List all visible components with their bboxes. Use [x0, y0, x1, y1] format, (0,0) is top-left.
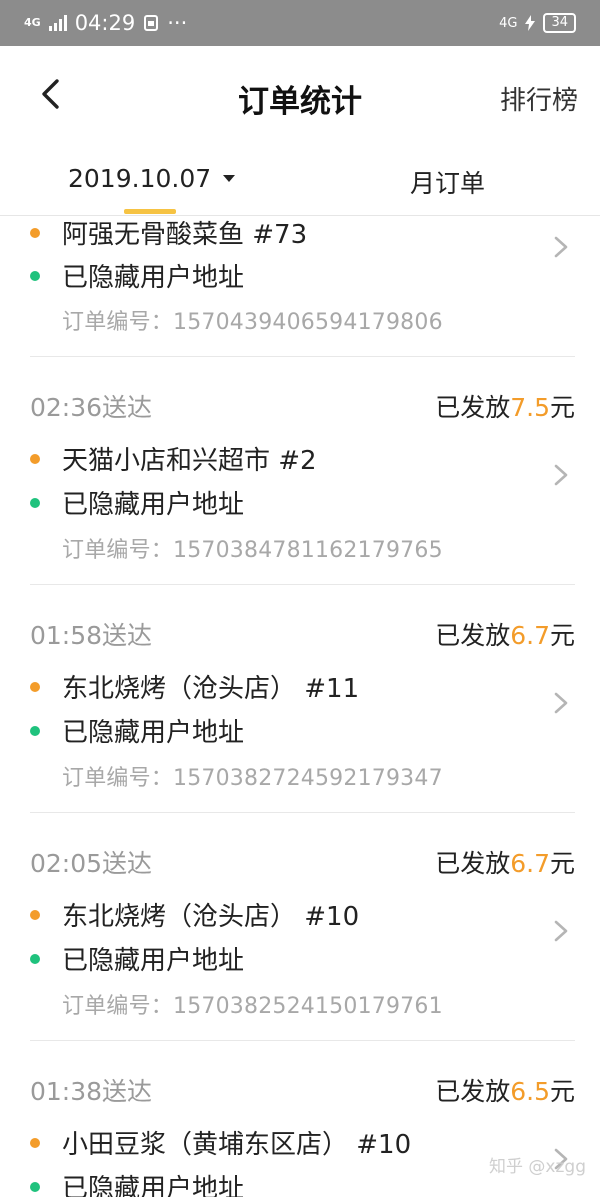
shop-row: 天猫小店和兴超市 #2	[30, 440, 317, 477]
watermark: 知乎 @xzgg	[489, 1157, 586, 1177]
address-row: 已隐藏用户地址	[30, 712, 244, 749]
ranking-button[interactable]: 排行榜	[500, 80, 578, 117]
shop-row: 小田豆浆（黄埔东区店） #10	[30, 1124, 411, 1161]
payout-amount: 6.5	[510, 1077, 550, 1106]
address-row: 已隐藏用户地址	[30, 1168, 244, 1197]
order-number-label: 订单编号：	[62, 310, 174, 335]
payout: 已发放7.5元	[435, 388, 575, 424]
divider	[30, 812, 575, 813]
order-number-label: 订单编号：	[62, 538, 174, 563]
order-number: 订单编号：1570384781162179765	[62, 532, 443, 564]
filter-bar: 2019.10.07 月订单	[0, 146, 600, 216]
order-number: 订单编号：1570382524150179761	[62, 988, 443, 1020]
order-item[interactable]: 阿强无骨酸菜鱼 #73 已隐藏用户地址 订单编号：157043940659417…	[30, 216, 575, 358]
order-number-value: 1570439406594179806	[173, 310, 443, 335]
payout-suffix: 元	[549, 1077, 575, 1106]
more-dots-icon: ···	[167, 11, 188, 35]
status-time: 04:29	[74, 11, 136, 35]
payout-amount: 6.7	[510, 621, 550, 650]
order-number: 订单编号：1570439406594179806	[62, 304, 443, 336]
status-right: 4G 34	[499, 13, 576, 33]
payout-suffix: 元	[549, 621, 575, 650]
divider	[30, 356, 575, 357]
order-number-value: 1570382524150179761	[173, 994, 443, 1019]
shop-name: 阿强无骨酸菜鱼 #73	[62, 220, 308, 250]
order-number-label: 订单编号：	[62, 766, 174, 791]
address: 已隐藏用户地址	[62, 263, 245, 293]
shop-name: 东北烧烤（沧头店） #10	[62, 902, 360, 932]
order-number-value: 1570382724592179347	[173, 766, 443, 791]
delivery-time: 01:58送达	[30, 621, 153, 650]
order-item[interactable]: 02:05送达 已发放6.7元 东北烧烤（沧头店） #10 已隐藏用户地址 订单…	[30, 814, 575, 1042]
order-list[interactable]: 阿强无骨酸菜鱼 #73 已隐藏用户地址 订单编号：157043940659417…	[0, 216, 600, 1197]
order-item[interactable]: 01:58送达 已发放6.7元 东北烧烤（沧头店） #11 已隐藏用户地址 订单…	[30, 586, 575, 814]
right-network-type: 4G	[499, 15, 518, 31]
pickup-dot	[30, 1137, 40, 1148]
shop-row: 东北烧烤（沧头店） #11	[30, 668, 359, 705]
status-bar: 4G 04:29 ··· 4G 34	[0, 0, 600, 46]
shop-name: 天猫小店和兴超市 #2	[62, 446, 317, 476]
order-number: 订单编号：1570382724592179347	[62, 760, 443, 792]
app-bar: 订单统计 排行榜	[0, 46, 600, 146]
status-left: 4G 04:29 ···	[24, 11, 187, 35]
date-selector[interactable]: 2019.10.07	[68, 164, 236, 193]
tab-monthly-orders[interactable]: 月订单	[410, 164, 485, 200]
address-row: 已隐藏用户地址	[30, 257, 244, 294]
tab-indicator	[124, 209, 176, 214]
delivery-time: 02:05送达	[30, 849, 153, 878]
pickup-dot	[30, 453, 40, 464]
delivery-time: 01:38送达	[30, 1077, 153, 1106]
address: 已隐藏用户地址	[62, 946, 245, 976]
shop-row: 阿强无骨酸菜鱼 #73	[30, 216, 307, 251]
shop-name: 小田豆浆（黄埔东区店） #10	[62, 1130, 412, 1160]
address-row: 已隐藏用户地址	[30, 940, 244, 977]
pickup-dot	[30, 681, 40, 692]
delivery-dot	[30, 270, 40, 281]
shop-name: 东北烧烤（沧头店） #11	[62, 674, 360, 704]
charging-icon	[525, 15, 536, 31]
chevron-right-icon	[554, 920, 568, 942]
order-number-value: 1570384781162179765	[173, 538, 443, 563]
address: 已隐藏用户地址	[62, 490, 245, 520]
payout-prefix: 已发放	[435, 1077, 511, 1106]
payout-amount: 7.5	[510, 393, 550, 422]
date-label: 2019.10.07	[68, 164, 212, 193]
chevron-right-icon	[554, 692, 568, 714]
payout-suffix: 元	[549, 849, 575, 878]
shop-row: 东北烧烤（沧头店） #10	[30, 896, 359, 933]
order-number-label: 订单编号：	[62, 994, 174, 1019]
payout: 已发放6.7元	[435, 844, 575, 880]
delivery-dot	[30, 953, 40, 964]
divider	[30, 1040, 575, 1041]
pickup-dot	[30, 227, 40, 238]
payout-prefix: 已发放	[435, 393, 511, 422]
delivery-time: 02:36送达	[30, 393, 153, 422]
chevron-down-icon	[223, 175, 236, 182]
address: 已隐藏用户地址	[62, 718, 245, 748]
order-item[interactable]: 02:36送达 已发放7.5元 天猫小店和兴超市 #2 已隐藏用户地址 订单编号…	[30, 358, 575, 586]
battery-icon: 34	[543, 13, 576, 33]
delivery-dot	[30, 497, 40, 508]
payout: 已发放6.5元	[435, 1072, 575, 1108]
divider	[30, 584, 575, 585]
payout-prefix: 已发放	[435, 621, 511, 650]
delivery-dot	[30, 725, 40, 736]
payout-amount: 6.7	[510, 849, 550, 878]
payout-suffix: 元	[549, 393, 575, 422]
chevron-right-icon	[554, 464, 568, 486]
sim-icon	[144, 15, 159, 31]
address-row: 已隐藏用户地址	[30, 484, 244, 521]
address: 已隐藏用户地址	[62, 1174, 245, 1197]
delivery-dot	[30, 1181, 40, 1192]
signal-icon	[48, 15, 67, 31]
network-type: 4G	[24, 16, 41, 29]
chevron-right-icon	[554, 236, 568, 258]
payout-prefix: 已发放	[435, 849, 511, 878]
payout: 已发放6.7元	[435, 616, 575, 652]
pickup-dot	[30, 909, 40, 920]
